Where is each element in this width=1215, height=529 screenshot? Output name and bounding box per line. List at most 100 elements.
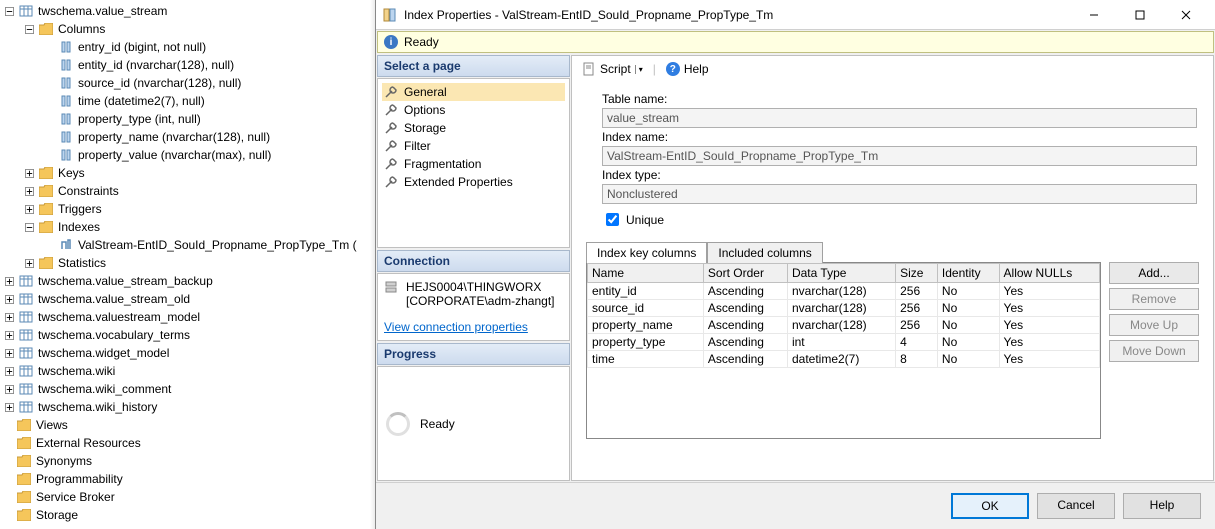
folder-icon — [38, 165, 54, 181]
page-item-general[interactable]: General — [382, 83, 565, 101]
ok-button[interactable]: OK — [951, 493, 1029, 519]
object-explorer-tree[interactable]: twschema.value_stream Columns entry_id (… — [0, 0, 375, 529]
table-row[interactable]: property_typeAscendingint4NoYes — [588, 334, 1100, 351]
tree-node-statistics[interactable]: Statistics — [0, 254, 375, 272]
status-bar: i Ready — [377, 31, 1214, 53]
expand-icon[interactable] — [2, 310, 16, 324]
add-button[interactable]: Add... — [1109, 262, 1199, 284]
collapse-icon[interactable] — [2, 4, 16, 18]
tree-node-folder[interactable]: Synonyms — [0, 452, 375, 470]
tree-node-column[interactable]: property_value (nvarchar(max), null) — [0, 146, 375, 164]
wrench-icon — [384, 121, 398, 135]
unique-checkbox[interactable]: Unique — [602, 210, 1197, 229]
column-header[interactable]: Size — [896, 264, 938, 283]
tree-node-column[interactable]: entry_id (bigint, not null) — [0, 38, 375, 56]
tree-node-keys[interactable]: Keys — [0, 164, 375, 182]
move-downbutton: Move Down — [1109, 340, 1199, 362]
dialog-titlebar[interactable]: Index Properties - ValStream-EntID_SouId… — [376, 0, 1215, 30]
tree-node-folder[interactable]: Programmability — [0, 470, 375, 488]
tree-node-table[interactable]: twschema.widget_model — [0, 344, 375, 362]
close-button[interactable] — [1163, 0, 1209, 30]
column-header[interactable]: Name — [588, 264, 704, 283]
table-icon — [18, 399, 34, 415]
column-icon — [58, 39, 74, 55]
index-form: Table name: value_stream Index name: Val… — [572, 82, 1213, 233]
expand-icon[interactable] — [2, 292, 16, 306]
script-button[interactable]: Script ▾ — [578, 60, 647, 78]
expand-icon[interactable] — [2, 364, 16, 378]
tree-node-table[interactable]: twschema.value_stream_backup — [0, 272, 375, 290]
tree-node-columns[interactable]: Columns — [0, 20, 375, 38]
expand-icon[interactable] — [2, 328, 16, 342]
table-row[interactable]: entity_idAscendingnvarchar(128)256NoYes — [588, 283, 1100, 300]
page-item-extended-properties[interactable]: Extended Properties — [382, 173, 565, 191]
page-item-storage[interactable]: Storage — [382, 119, 565, 137]
page-list: GeneralOptionsStorageFilterFragmentation… — [377, 78, 570, 248]
tree-node-constraints[interactable]: Constraints — [0, 182, 375, 200]
column-icon — [58, 57, 74, 73]
dialog-toolbar: Script ▾ | ? Help — [572, 56, 1213, 82]
tree-node-column[interactable]: property_type (int, null) — [0, 110, 375, 128]
tree-node-table[interactable]: twschema.wiki_history — [0, 398, 375, 416]
index-properties-dialog: Index Properties - ValStream-EntID_SouId… — [375, 0, 1215, 529]
column-icon — [58, 93, 74, 109]
expand-icon[interactable] — [22, 256, 36, 270]
tree-node-folder[interactable]: Views — [0, 416, 375, 434]
expand-icon[interactable] — [22, 184, 36, 198]
index-name-field: ValStream-EntID_SouId_Propname_PropType_… — [602, 146, 1197, 166]
table-row[interactable]: timeAscendingdatetime2(7)8NoYes — [588, 351, 1100, 368]
tree-node-column[interactable]: entity_id (nvarchar(128), null) — [0, 56, 375, 74]
folder-icon — [16, 435, 32, 451]
tree-node-table[interactable]: twschema.vocabulary_terms — [0, 326, 375, 344]
table-icon — [18, 3, 34, 19]
table-row[interactable]: property_nameAscendingnvarchar(128)256No… — [588, 317, 1100, 334]
maximize-button[interactable] — [1117, 0, 1163, 30]
info-icon: i — [384, 35, 398, 49]
connection-panel: HEJS0004\THINGWORX [CORPORATE\adm-zhangt… — [377, 273, 570, 341]
tab-included-columns[interactable]: Included columns — [707, 242, 822, 263]
view-connection-link[interactable]: View connection properties — [384, 320, 528, 334]
tree-node-folder[interactable]: External Resources — [0, 434, 375, 452]
page-item-filter[interactable]: Filter — [382, 137, 565, 155]
column-header[interactable]: Data Type — [787, 264, 895, 283]
tree-node-index-item[interactable]: ValStream-EntID_SouId_Propname_PropType_… — [0, 236, 375, 254]
collapse-icon[interactable] — [22, 22, 36, 36]
table-row[interactable]: source_idAscendingnvarchar(128)256NoYes — [588, 300, 1100, 317]
page-item-fragmentation[interactable]: Fragmentation — [382, 155, 565, 173]
tree-node-indexes[interactable]: Indexes — [0, 218, 375, 236]
columns-grid[interactable]: NameSort OrderData TypeSizeIdentityAllow… — [586, 262, 1101, 439]
chevron-down-icon[interactable]: ▾ — [635, 65, 643, 74]
column-header[interactable]: Sort Order — [703, 264, 787, 283]
tree-node-folder[interactable]: Storage — [0, 506, 375, 524]
tree-node-table[interactable]: twschema.valuestream_model — [0, 308, 375, 326]
tree-node-table[interactable]: twschema.value_stream_old — [0, 290, 375, 308]
progress-panel: Ready — [377, 366, 570, 481]
column-icon — [58, 129, 74, 145]
expand-icon[interactable] — [22, 202, 36, 216]
help-button-bottom[interactable]: Help — [1123, 493, 1201, 519]
tree-node-table[interactable]: twschema.wiki — [0, 362, 375, 380]
tree-node-folder[interactable]: Service Broker — [0, 488, 375, 506]
collapse-icon[interactable] — [22, 220, 36, 234]
expand-icon[interactable] — [2, 382, 16, 396]
tree-node-table[interactable]: twschema.value_stream — [0, 2, 375, 20]
help-button[interactable]: ? Help — [662, 60, 713, 78]
expand-icon[interactable] — [22, 166, 36, 180]
tree-node-column[interactable]: property_name (nvarchar(128), null) — [0, 128, 375, 146]
tree-node-table[interactable]: twschema.wiki_comment — [0, 380, 375, 398]
minimize-button[interactable] — [1071, 0, 1117, 30]
wrench-icon — [384, 175, 398, 189]
page-item-options[interactable]: Options — [382, 101, 565, 119]
tree-node-column[interactable]: time (datetime2(7), null) — [0, 92, 375, 110]
tree-node-triggers[interactable]: Triggers — [0, 200, 375, 218]
expand-icon[interactable] — [2, 346, 16, 360]
expand-icon[interactable] — [2, 274, 16, 288]
tab-index-key-columns[interactable]: Index key columns — [586, 242, 707, 263]
column-header[interactable]: Identity — [937, 264, 999, 283]
folder-icon — [16, 489, 32, 505]
expand-icon[interactable] — [2, 400, 16, 414]
cancel-button[interactable]: Cancel — [1037, 493, 1115, 519]
tree-node-column[interactable]: source_id (nvarchar(128), null) — [0, 74, 375, 92]
column-header[interactable]: Allow NULLs — [999, 264, 1099, 283]
column-icon — [58, 147, 74, 163]
